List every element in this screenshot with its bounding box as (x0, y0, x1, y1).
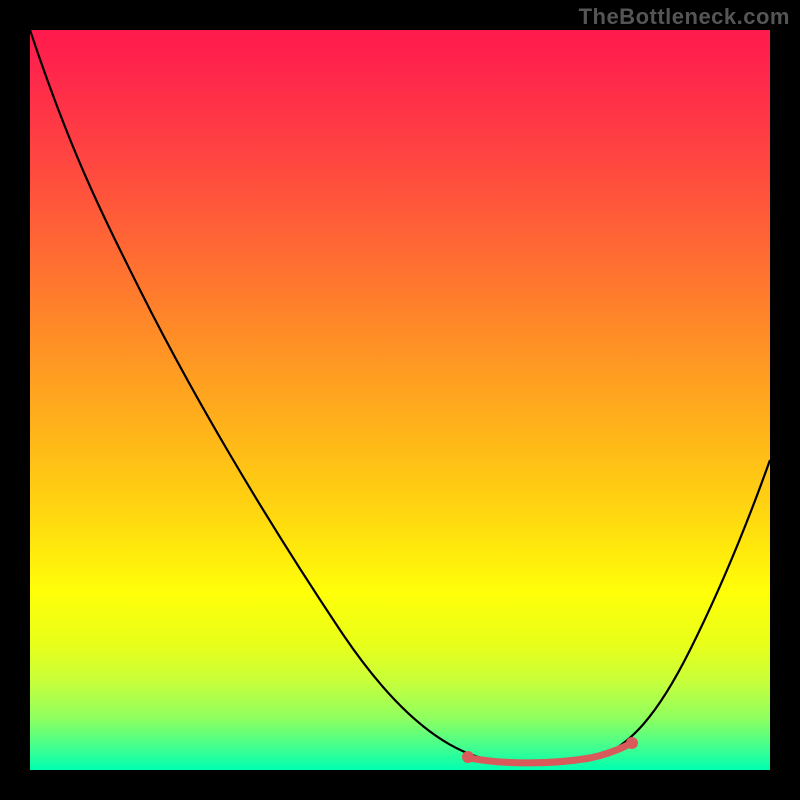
watermark-text: TheBottleneck.com (579, 4, 790, 30)
plot-area (30, 30, 770, 770)
optimal-range-end-dot (626, 737, 638, 749)
chart-frame: TheBottleneck.com (0, 0, 800, 800)
curve-svg (30, 30, 770, 770)
bottleneck-curve (30, 30, 770, 765)
optimal-range-highlight (470, 744, 630, 763)
optimal-range-start-dot (462, 751, 474, 763)
